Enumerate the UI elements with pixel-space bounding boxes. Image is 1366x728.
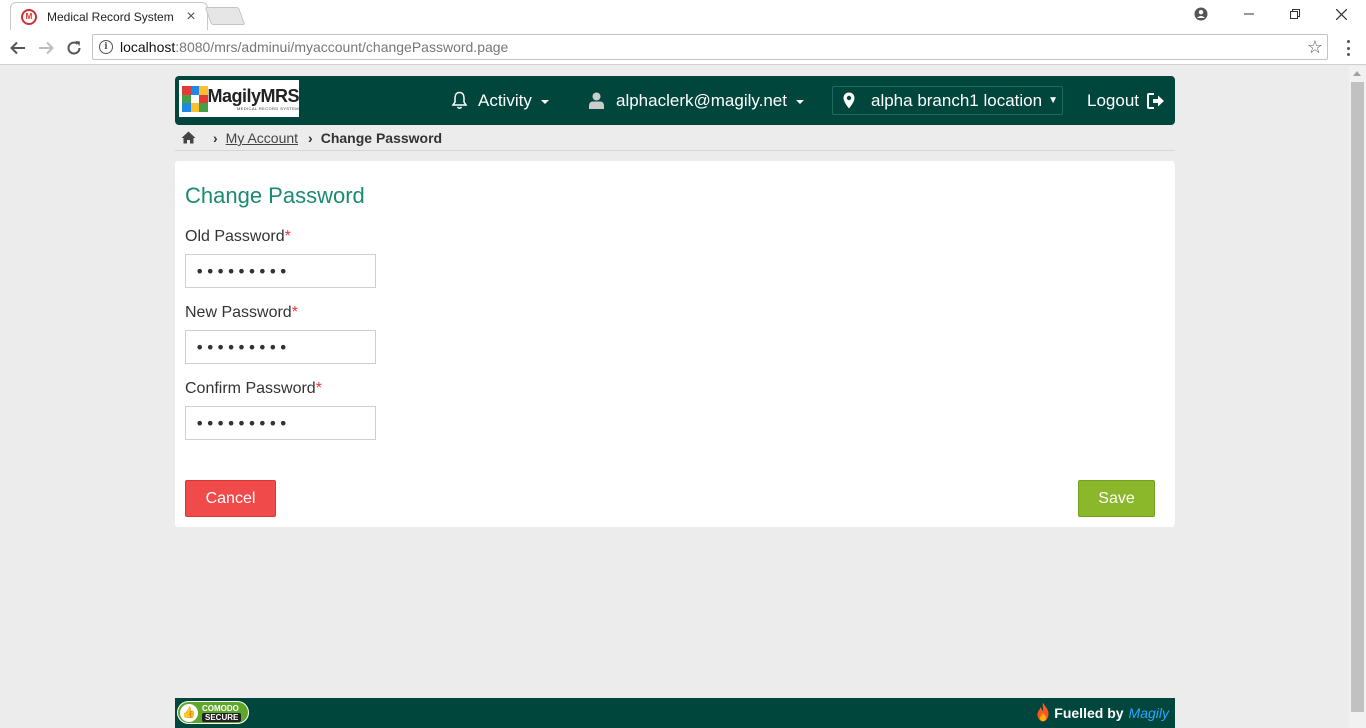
app-header: MagilyMRS MEDICAL RECORD SYSTEM Activity… xyxy=(175,76,1175,125)
bell-icon xyxy=(451,91,468,110)
bookmark-star-icon[interactable]: ☆ xyxy=(1307,37,1323,58)
magily-brand-link[interactable]: Magily xyxy=(1129,705,1169,721)
scroll-up-arrow-icon[interactable] xyxy=(1353,71,1361,76)
home-icon[interactable] xyxy=(181,131,196,145)
restore-icon[interactable] xyxy=(1280,0,1310,28)
account-icon[interactable] xyxy=(1186,0,1216,28)
flame-icon xyxy=(1036,702,1050,725)
logo-text: MagilyMRS xyxy=(207,85,299,106)
location-selector[interactable]: alpha branch1 location ▼ xyxy=(832,86,1063,115)
confirm-password-label-text: Confirm Password xyxy=(185,380,316,397)
logo-subtext: MEDICAL RECORD SYSTEM xyxy=(236,105,299,111)
badge-line2: SECURE xyxy=(202,712,242,722)
cancel-button[interactable]: Cancel xyxy=(185,480,276,517)
close-window-icon[interactable] xyxy=(1326,0,1356,28)
logout-icon xyxy=(1147,92,1165,109)
fuelled-by-text: Fuelled by xyxy=(1054,705,1124,721)
required-marker: * xyxy=(315,380,322,397)
browser-toolbar: i localhost:8080/mrs/adminui/myaccount/c… xyxy=(0,30,1366,65)
activity-menu[interactable]: Activity xyxy=(451,76,549,125)
location-label: alpha branch1 location xyxy=(871,90,1043,110)
old-password-label-text: Old Password xyxy=(185,228,285,245)
tab-title: Medical Record System xyxy=(47,9,174,24)
app-footer: 👍 COMODO SECURE Fuelled by Magily xyxy=(175,698,1175,728)
magilymrs-logo[interactable]: MagilyMRS MEDICAL RECORD SYSTEM xyxy=(179,80,299,117)
browser-tabstrip: M Medical Record System × xyxy=(0,0,1366,30)
site-info-icon[interactable]: i xyxy=(99,40,113,54)
new-tab-button[interactable] xyxy=(204,7,246,25)
user-icon xyxy=(589,92,604,109)
new-password-label: New Password* xyxy=(185,304,298,322)
logout-label: Logout xyxy=(1087,90,1139,110)
activity-label: Activity xyxy=(478,90,532,110)
user-email: alphaclerk@magily.net xyxy=(616,90,787,110)
tab-close-icon[interactable]: × xyxy=(183,8,199,25)
logout-button[interactable]: Logout xyxy=(1087,76,1165,125)
address-bar[interactable]: i localhost:8080/mrs/adminui/myaccount/c… xyxy=(92,34,1328,60)
breadcrumb-separator-icon: › xyxy=(213,130,218,146)
page-scrollbar[interactable] xyxy=(1349,66,1366,728)
reload-icon[interactable] xyxy=(64,38,84,58)
fuelled-by-credit: Fuelled by Magily xyxy=(1036,698,1169,728)
url-host: localhost xyxy=(120,39,176,55)
save-button[interactable]: Save xyxy=(1078,480,1155,517)
breadcrumb-separator-icon: › xyxy=(308,130,313,146)
chevron-down-icon xyxy=(795,100,804,104)
badge-line1: COMODO xyxy=(202,703,239,713)
old-password-label: Old Password* xyxy=(185,228,291,246)
confirm-password-label: Confirm Password* xyxy=(185,380,322,398)
dropdown-arrow-icon: ▼ xyxy=(1048,95,1058,106)
page-title: Change Password xyxy=(185,183,365,208)
minimize-icon[interactable] xyxy=(1234,0,1264,28)
back-arrow-icon[interactable] xyxy=(8,38,28,58)
forward-arrow-icon[interactable] xyxy=(36,38,56,58)
url-path: :8080/mrs/adminui/myaccount/changePasswo… xyxy=(175,39,509,55)
confirm-password-input[interactable]: ••••••••• xyxy=(185,406,376,440)
thumbs-up-icon: 👍 xyxy=(180,703,198,722)
browser-tab[interactable]: M Medical Record System × xyxy=(10,2,208,30)
scrollbar-thumb[interactable] xyxy=(1351,82,1364,712)
comodo-secure-badge[interactable]: 👍 COMODO SECURE xyxy=(177,701,249,724)
breadcrumb: › My Account › Change Password xyxy=(175,126,1175,151)
new-password-label-text: New Password xyxy=(185,304,292,321)
logo-mark-icon xyxy=(182,85,208,112)
user-menu[interactable]: alphaclerk@magily.net xyxy=(589,76,804,125)
browser-menu-icon[interactable] xyxy=(1340,38,1356,58)
required-marker: * xyxy=(284,228,291,245)
change-password-card: Change Password Old Password* ••••••••• … xyxy=(175,161,1175,527)
breadcrumb-current: Change Password xyxy=(320,130,443,146)
map-pin-icon xyxy=(843,92,855,109)
app-favicon-icon: M xyxy=(21,8,37,25)
new-password-input[interactable]: ••••••••• xyxy=(185,330,376,364)
old-password-input[interactable]: ••••••••• xyxy=(185,254,376,288)
required-marker: * xyxy=(291,304,298,321)
breadcrumb-my-account[interactable]: My Account xyxy=(226,130,298,146)
chevron-down-icon xyxy=(540,100,549,104)
